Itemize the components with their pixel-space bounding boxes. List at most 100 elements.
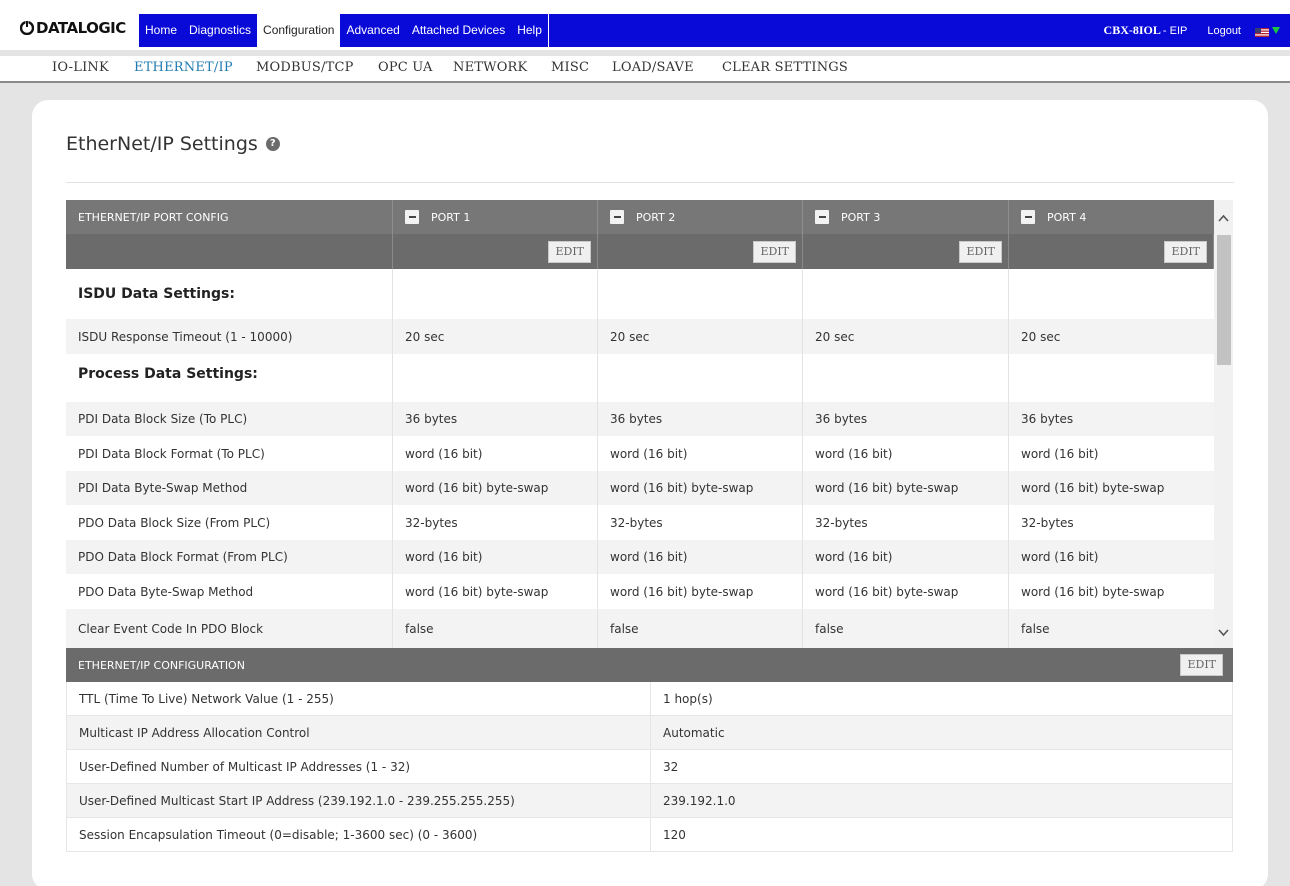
port-3-edit-button[interactable]: EDIT (959, 240, 1002, 263)
config-row: Multicast IP Address Allocation Control … (66, 716, 1233, 750)
row-value: word (16 bit) byte-swap (1021, 584, 1165, 599)
collapse-port-2-icon[interactable] (610, 210, 624, 224)
logout-link[interactable]: Logout (1207, 25, 1241, 37)
port-2-edit-cell: EDIT (598, 234, 803, 269)
subnav-ethernet-ip[interactable]: ETHERNET/IP (134, 60, 233, 75)
config-value: 32 (663, 759, 679, 774)
row-label: PDO Data Byte-Swap Method (66, 574, 393, 609)
config-label: User-Defined Number of Multicast IP Addr… (67, 750, 651, 783)
row-label: PDI Data Block Format (To PLC) (66, 436, 393, 471)
row-value: 32-bytes (1021, 515, 1074, 530)
main-nav: Home Diagnostics Configuration Advanced … (139, 14, 549, 47)
chevron-down-icon[interactable] (1218, 623, 1229, 637)
scrollbar-thumb[interactable] (1217, 235, 1231, 365)
row-value: 36 bytes (393, 402, 598, 436)
nav-help[interactable]: Help (511, 14, 549, 47)
row-value (803, 269, 1009, 319)
row-value: word (16 bit) (1021, 550, 1099, 564)
subnav-io-link[interactable]: IO-LINK (52, 60, 109, 75)
table-row: PDO Data Byte-Swap Method word (16 bit) … (66, 574, 1214, 609)
us-flag-icon[interactable] (1255, 26, 1269, 37)
datalogic-logo: DATALOGIC (20, 18, 126, 38)
row-value: false (393, 609, 598, 648)
row-value: false (1021, 621, 1050, 636)
config-value: 1 hop(s) (663, 691, 713, 706)
row-value: 36 bytes (598, 402, 803, 436)
config-value: 120 (663, 827, 686, 842)
port-4-label: PORT 4 (1047, 210, 1087, 224)
config-row: Session Encapsulation Timeout (0=disable… (66, 818, 1233, 852)
subnav-modbus-tcp[interactable]: MODBUS/TCP (256, 60, 354, 75)
table-scrollbar[interactable] (1214, 200, 1233, 648)
device-name: CBX-8IOL (1103, 23, 1161, 37)
row-value: 20 sec (1021, 329, 1061, 344)
port-3-header[interactable]: PORT 3 (803, 200, 1009, 234)
subnav-load-save[interactable]: LOAD/SAVE (612, 60, 694, 75)
table-row: PDO Data Block Format (From PLC) word (1… (66, 540, 1214, 574)
row-value: word (16 bit) (598, 436, 803, 471)
nav-diagnostics[interactable]: Diagnostics (183, 14, 257, 47)
port-table-title: ETHERNET/IP PORT CONFIG (66, 200, 393, 234)
nav-advanced[interactable]: Advanced (340, 14, 405, 47)
row-label: PDO Data Block Format (From PLC) (66, 540, 393, 574)
collapse-port-1-icon[interactable] (405, 210, 419, 224)
row-label: ISDU Response Timeout (1 - 10000) (66, 319, 393, 354)
row-value: word (16 bit) byte-swap (803, 471, 1009, 505)
subnav-opc-ua[interactable]: OPC UA (378, 60, 433, 75)
subnav-clear-settings[interactable]: CLEAR SETTINGS (722, 60, 848, 75)
chevron-up-icon[interactable] (1218, 209, 1229, 222)
title-divider (66, 182, 1234, 183)
port-1-header[interactable]: PORT 1 (393, 200, 598, 234)
row-value: 32-bytes (393, 505, 598, 540)
table-row: PDI Data Block Format (To PLC) word (16 … (66, 436, 1214, 471)
config-label: User-Defined Multicast Start IP Address … (67, 784, 651, 817)
table-row: PDI Data Byte-Swap Method word (16 bit) … (66, 471, 1214, 505)
config-row: TTL (Time To Live) Network Value (1 - 25… (66, 682, 1233, 716)
table-row: PDI Data Block Size (To PLC) 36 bytes 36… (66, 402, 1214, 436)
port-4-edit-cell: EDIT (1009, 234, 1214, 269)
port-1-edit-cell: EDIT (393, 234, 598, 269)
logo-text: DATALOGIC (36, 19, 126, 37)
page-title-text: EtherNet/IP Settings (66, 133, 258, 155)
port-2-edit-button[interactable]: EDIT (753, 240, 796, 263)
config-label: TTL (Time To Live) Network Value (1 - 25… (67, 682, 651, 715)
row-value: word (16 bit) (803, 540, 1009, 574)
nav-configuration[interactable]: Configuration (257, 14, 341, 47)
port-2-header[interactable]: PORT 2 (598, 200, 803, 234)
subnav-misc[interactable]: MISC (551, 60, 589, 75)
row-value: false (803, 609, 1009, 648)
row-value: 20 sec (803, 319, 1009, 354)
config-header: ETHERNET/IP CONFIGURATION EDIT (66, 648, 1233, 682)
row-value: 32-bytes (598, 505, 803, 540)
nav-attached-devices[interactable]: Attached Devices (406, 14, 511, 47)
port-table-header: ETHERNET/IP PORT CONFIG PORT 1 PORT 2 PO… (66, 200, 1214, 234)
row-value (803, 354, 1009, 402)
language-dropdown-icon[interactable] (1272, 27, 1280, 34)
subnav-network[interactable]: NETWORK (453, 60, 527, 75)
port-1-edit-button[interactable]: EDIT (548, 240, 591, 263)
row-value: 32-bytes (803, 505, 1009, 540)
top-bar: DATALOGIC Home Diagnostics Configuration… (0, 0, 1290, 50)
help-icon[interactable]: ? (265, 137, 280, 151)
table-row: ISDU Response Timeout (1 - 10000) 20 sec… (66, 319, 1214, 354)
config-edit-button[interactable]: EDIT (1180, 654, 1223, 676)
nav-home[interactable]: Home (139, 14, 183, 47)
port-edit-row: EDIT EDIT EDIT EDIT (66, 234, 1214, 269)
row-label: PDI Data Block Size (To PLC) (66, 402, 393, 436)
row-value: 36 bytes (1021, 412, 1074, 426)
port-4-edit-button[interactable]: EDIT (1164, 240, 1207, 263)
port-4-header[interactable]: PORT 4 (1009, 200, 1214, 234)
table-row: PDO Data Block Size (From PLC) 32-bytes … (66, 505, 1214, 540)
row-value: word (16 bit) (393, 436, 598, 471)
collapse-port-4-icon[interactable] (1021, 210, 1035, 224)
row-value (1009, 269, 1214, 319)
port-2-label: PORT 2 (636, 210, 676, 224)
row-value: false (598, 609, 803, 648)
port-3-edit-cell: EDIT (803, 234, 1009, 269)
header-right: CBX-8IOL - EIP Logout (1104, 14, 1280, 47)
logo-mark-icon (20, 21, 34, 35)
collapse-port-3-icon[interactable] (815, 210, 829, 224)
config-header-title: ETHERNET/IP CONFIGURATION (78, 658, 245, 672)
port-3-label: PORT 3 (841, 210, 881, 224)
config-row: User-Defined Number of Multicast IP Addr… (66, 750, 1233, 784)
